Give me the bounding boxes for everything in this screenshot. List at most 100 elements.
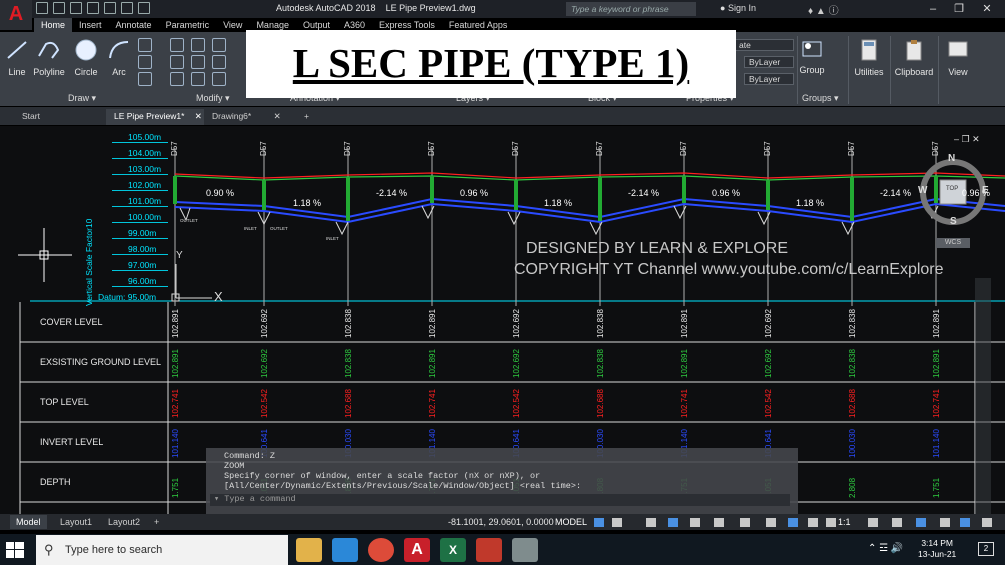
model-space-button[interactable]: MODEL (555, 517, 587, 527)
taskbar-search-placeholder: Type here to search (65, 544, 163, 556)
print-icon[interactable] (104, 2, 116, 14)
paint-icon[interactable] (512, 538, 538, 562)
tab-home[interactable]: Home (34, 18, 73, 32)
table-cell: 102.891 (171, 349, 180, 378)
file-tab-le-pipe[interactable]: LE Pipe Preview1* ✕ (106, 109, 204, 125)
tab-layout2[interactable]: Layout2 (102, 515, 146, 529)
autocad-taskbar-icon[interactable]: A (404, 538, 430, 562)
modify-panel-label[interactable]: Modify ▾ (196, 93, 230, 104)
line-button[interactable]: Line (4, 38, 30, 77)
viewcube-east[interactable]: E (982, 185, 989, 196)
excel-icon[interactable]: X (440, 538, 466, 562)
group-button[interactable]: Group (798, 36, 826, 75)
save-icon[interactable] (70, 2, 82, 14)
tab-parametric[interactable]: Parametric (159, 18, 217, 32)
polyline-icon (38, 41, 60, 59)
draw-small-tools (138, 38, 156, 86)
command-input[interactable]: ▾ Type a command (210, 494, 790, 506)
a360-icon[interactable]: ▲ (816, 6, 826, 17)
close-icon[interactable]: ✕ (195, 111, 202, 121)
clipboard-button[interactable]: Clipboard (892, 38, 936, 77)
add-layout-button[interactable]: + (148, 515, 165, 529)
file-explorer-icon[interactable] (296, 538, 322, 562)
autocad-app-menu-button[interactable]: A (0, 0, 32, 30)
table-cell: 102.741 (171, 389, 180, 418)
quick-access-toolbar (36, 2, 150, 16)
tab-insert[interactable]: Insert (72, 18, 109, 32)
window-title: Autodesk AutoCAD 2018 LE Pipe Preview1.dw… (276, 3, 476, 13)
arc-icon (109, 41, 129, 59)
gradient-icon[interactable] (138, 72, 152, 86)
fillet-icon[interactable] (212, 55, 226, 69)
chainage-label: D57 (763, 141, 772, 156)
polyline-button[interactable]: Polyline (32, 38, 66, 77)
close-button[interactable]: ✕ (974, 1, 1000, 17)
file-tab-drawing6[interactable]: Drawing6* ✕ (204, 109, 296, 125)
lineweight-combo[interactable]: ByLayer (744, 73, 794, 85)
tab-annotate[interactable]: Annotate (109, 18, 159, 32)
viewcube-south[interactable]: S (950, 216, 957, 227)
search-input[interactable]: Type a keyword or phrase (566, 2, 696, 16)
undo-icon[interactable] (121, 2, 133, 14)
groups-panel-label[interactable]: Groups ▾ (802, 93, 839, 104)
open-icon[interactable] (53, 2, 65, 14)
crosshair-icon (18, 228, 72, 282)
new-icon[interactable] (36, 2, 48, 14)
copy-icon[interactable] (170, 55, 184, 69)
move-icon[interactable] (170, 38, 184, 52)
sign-in-button[interactable]: ● Sign In (720, 3, 756, 13)
file-tabs: Start LE Pipe Preview1* ✕ Drawing6* ✕ + (0, 107, 1005, 125)
arc-button[interactable]: Arc (106, 38, 132, 77)
tab-model[interactable]: Model (10, 515, 47, 529)
linetype-combo[interactable]: ByLayer (744, 56, 794, 68)
windows-start-icon[interactable] (6, 542, 24, 558)
chrome-icon[interactable] (368, 538, 394, 562)
viewport-minimize-icon[interactable]: – (954, 134, 959, 144)
notification-badge[interactable]: 2 (978, 542, 994, 556)
hatch-icon[interactable] (138, 55, 152, 69)
viewcube-top[interactable]: TOP (946, 186, 958, 192)
viewport-close-icon[interactable]: ✕ (972, 134, 980, 144)
camera-app-icon[interactable] (332, 538, 358, 562)
new-tab-button[interactable]: + (300, 109, 318, 125)
taskbar-clock[interactable]: 3:14 PM 13-Jun-21 (918, 538, 956, 560)
navigation-bar-strip[interactable] (975, 278, 991, 514)
stretch-icon[interactable] (170, 72, 184, 86)
minimize-button[interactable]: – (920, 1, 946, 17)
file-tab-le-pipe-label: LE Pipe Preview1* (114, 111, 185, 121)
draw-panel-label[interactable]: Draw ▾ (68, 93, 96, 104)
redo-icon[interactable] (138, 2, 150, 14)
viewcube-north[interactable]: N (948, 153, 955, 164)
system-tray[interactable]: ⌃ ☲ 🔊 (868, 543, 903, 554)
rotate-icon[interactable] (191, 38, 205, 52)
trim-icon[interactable] (212, 38, 226, 52)
watermark-line: DESIGNED BY LEARN & EXPLORE (526, 240, 789, 257)
tab-view[interactable]: View (216, 18, 249, 32)
array-icon[interactable] (212, 72, 226, 86)
sign-in-label: Sign In (727, 3, 756, 13)
annotation-scale[interactable]: 1:1 (838, 517, 851, 527)
group-icon (802, 41, 822, 57)
view-button[interactable]: View (942, 38, 974, 77)
divider (890, 36, 891, 104)
viewcube-west[interactable]: W (918, 185, 927, 196)
recorder-icon[interactable] (476, 538, 502, 562)
circle-button[interactable]: Circle (72, 38, 100, 77)
color-combo[interactable]: ate (734, 39, 794, 51)
scale-icon[interactable] (191, 72, 205, 86)
cart-icon[interactable]: ♦ (808, 6, 813, 17)
wcs-menu[interactable]: WCS (936, 238, 970, 248)
restore-button[interactable]: ❐ (946, 1, 972, 17)
close-icon[interactable]: ✕ (274, 111, 281, 121)
tab-layout1[interactable]: Layout1 (54, 515, 98, 529)
mirror-icon[interactable] (191, 55, 205, 69)
command-input-placeholder: Type a command (224, 494, 296, 504)
help-icon[interactable]: ⓘ (829, 6, 839, 17)
rectangle-icon[interactable] (138, 38, 152, 52)
viewport-restore-icon[interactable]: ❐ (962, 134, 970, 144)
table-cell: 102.542 (512, 389, 521, 418)
save-as-icon[interactable] (87, 2, 99, 14)
utilities-button[interactable]: Utilities (851, 38, 887, 77)
file-tab-start[interactable]: Start (14, 109, 106, 125)
status-toggles (594, 518, 992, 527)
